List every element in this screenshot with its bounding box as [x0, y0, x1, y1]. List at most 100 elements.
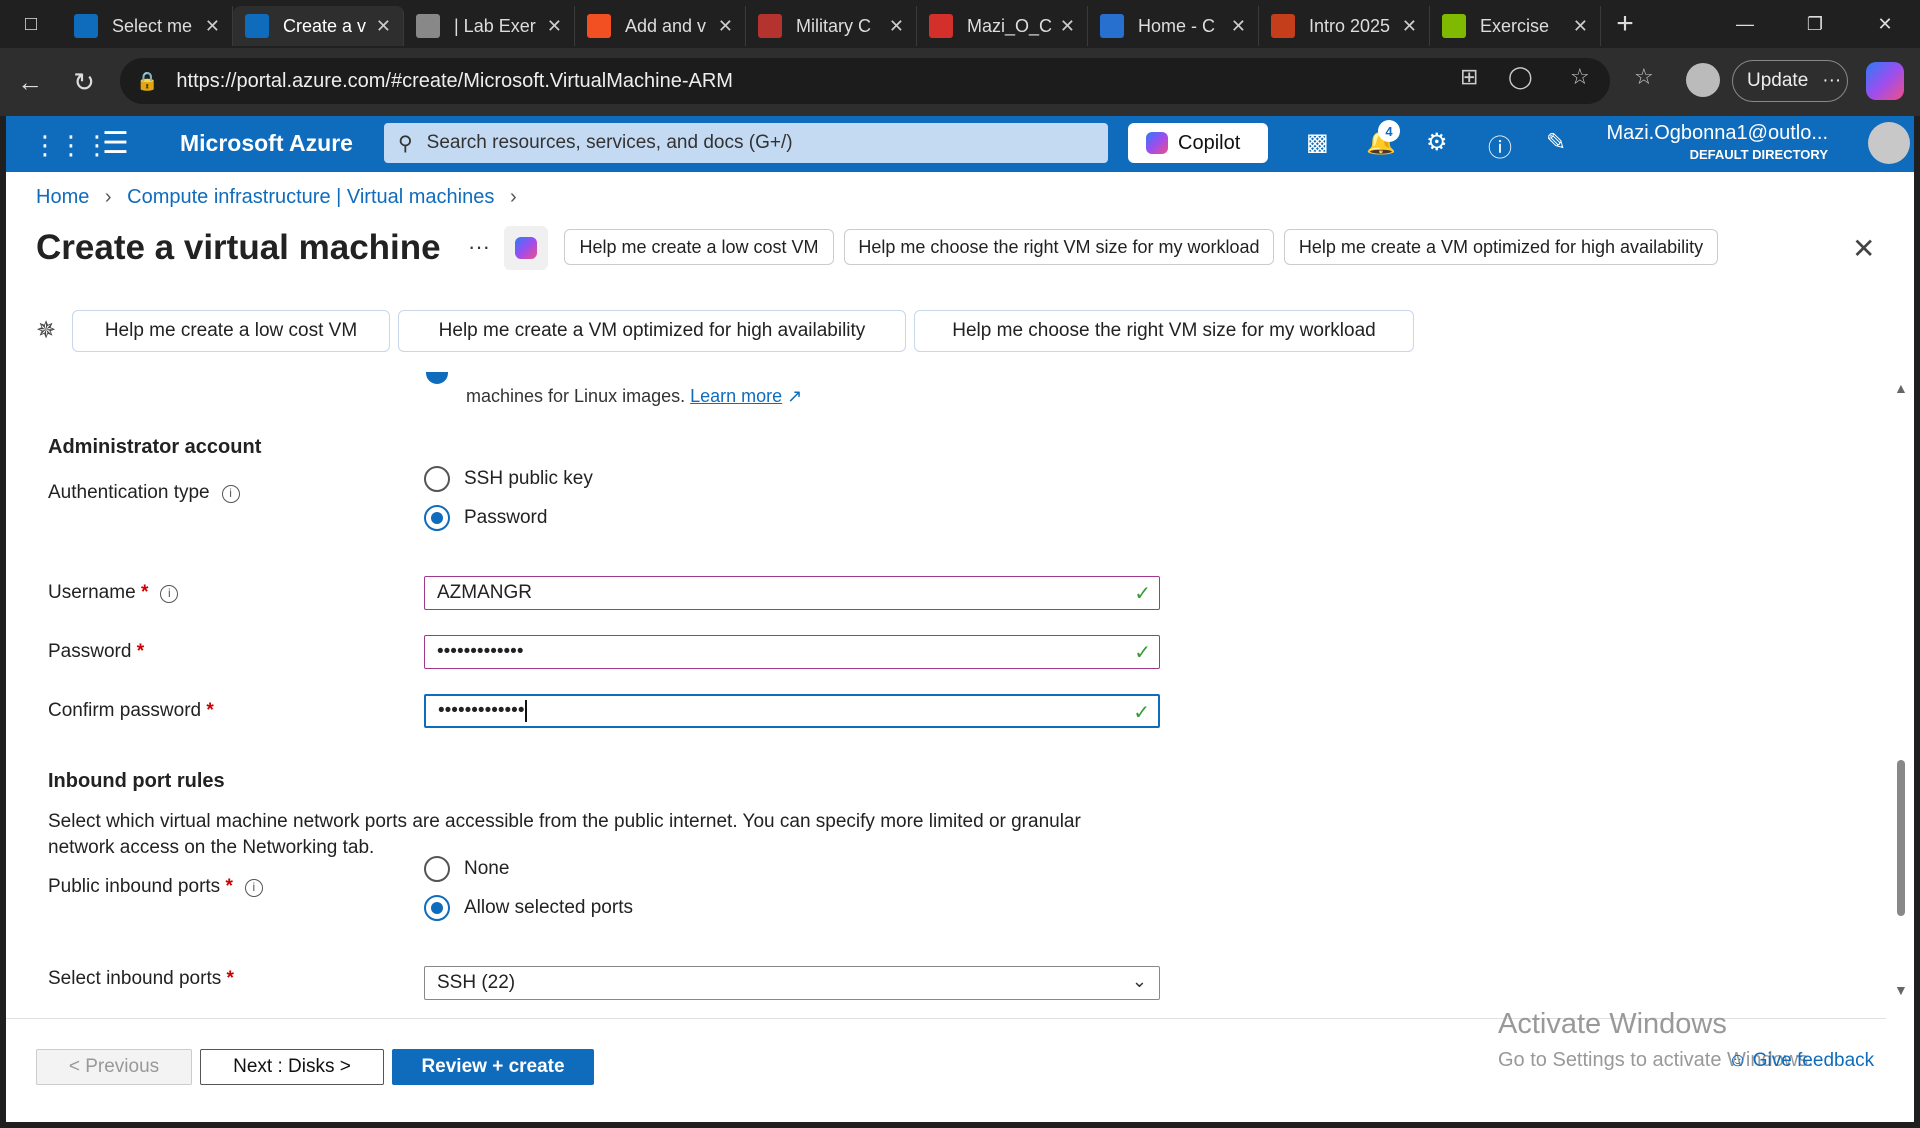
feedback-person-icon: ☺ — [1728, 1050, 1748, 1071]
breadcrumb-virtual-machines[interactable]: Compute infrastructure | Virtual machine… — [127, 186, 494, 208]
browser-tab[interactable]: Home - C ✕ — [1088, 6, 1259, 46]
browser-tab[interactable]: Intro 2025 ✕ — [1259, 6, 1430, 46]
help-icon[interactable]: ⓘ — [1488, 128, 1512, 163]
give-feedback-link[interactable]: ☺ Give feedback — [1728, 1050, 1874, 1072]
learn-more-link[interactable]: Learn more — [690, 386, 782, 406]
close-tab-icon[interactable]: ✕ — [718, 16, 733, 37]
tab-actions-icon[interactable]: □ — [0, 0, 62, 48]
powerpoint-icon — [1271, 14, 1295, 38]
more-menu-icon[interactable]: ··· — [1822, 70, 1841, 92]
info-icon[interactable]: i — [244, 879, 263, 897]
url-field[interactable]: 🔒 https://portal.azure.com/#create/Micro… — [120, 58, 1610, 104]
close-tab-icon[interactable]: ✕ — [376, 16, 391, 37]
form-scrollbar[interactable]: ▲ ▼ — [1892, 376, 1910, 998]
password-input[interactable]: ••••••••••••• ✓ — [424, 635, 1160, 669]
browser-tab[interactable]: | Lab Exer ✕ — [404, 6, 575, 46]
copilot-sidebar-icon[interactable] — [1866, 62, 1904, 100]
title-suggestion-high-availability[interactable]: Help me create a VM optimized for high a… — [1284, 229, 1718, 265]
auth-option-password[interactable]: Password — [424, 505, 547, 531]
scrollbar-thumb[interactable] — [1897, 760, 1905, 916]
radio-none[interactable] — [424, 856, 450, 882]
suggestion-vm-size[interactable]: Help me choose the right VM size for my … — [914, 310, 1414, 352]
breadcrumb-home[interactable]: Home — [36, 186, 89, 208]
select-ports-dropdown[interactable]: SSH (22) ⌄ — [424, 966, 1160, 1000]
username-input[interactable]: AZMANGR ✓ — [424, 576, 1160, 610]
ports-option-allow[interactable]: Allow selected ports — [424, 895, 633, 921]
browser-tab[interactable]: Add and v ✕ — [575, 6, 746, 46]
title-copilot-button[interactable] — [504, 226, 548, 270]
browser-tab-label: Mazi_O_C — [967, 15, 1052, 36]
confirm-password-input[interactable]: ••••••••••••• ✓ — [424, 694, 1160, 728]
close-window-icon[interactable]: ✕ — [1850, 0, 1920, 48]
back-icon[interactable]: ← — [10, 62, 50, 102]
settings-gear-icon[interactable]: ⚙ — [1426, 128, 1448, 157]
ports-option-none[interactable]: None — [424, 856, 509, 882]
browser-tab[interactable]: Create a v ✕ — [233, 6, 404, 46]
maximize-icon[interactable]: ❐ — [1780, 0, 1850, 48]
radio-password[interactable] — [424, 505, 450, 531]
browser-tab-label: Military C — [796, 15, 871, 36]
browser-tab[interactable]: Mazi_O_C ✕ — [917, 6, 1088, 46]
copilot-button[interactable]: Copilot — [1128, 123, 1268, 163]
page-content: Home › Compute infrastructure | Virtual … — [6, 172, 1914, 1122]
browser-tab-label: Create a v — [283, 15, 367, 36]
close-tab-icon[interactable]: ✕ — [1231, 16, 1246, 37]
select-ports-label: Select inbound ports * — [48, 968, 234, 989]
new-tab-button[interactable]: + — [1601, 0, 1649, 48]
browser-tab[interactable]: Select me ✕ — [62, 6, 233, 46]
close-tab-icon[interactable]: ✕ — [1402, 16, 1417, 37]
info-icon[interactable]: i — [160, 585, 179, 603]
portal-menu-icon[interactable]: ☰ — [102, 126, 129, 161]
scroll-up-icon[interactable]: ▲ — [1894, 380, 1908, 396]
search-icon: ⚲ — [398, 132, 413, 155]
radio-ssh-key[interactable] — [424, 466, 450, 492]
breadcrumb: Home › Compute infrastructure | Virtual … — [36, 186, 527, 209]
browser-tab[interactable]: Exercise ✕ — [1430, 6, 1601, 46]
apps-icon[interactable]: ⊞ — [1460, 64, 1478, 90]
close-tab-icon[interactable]: ✕ — [889, 16, 904, 37]
previous-button[interactable]: < Previous — [36, 1049, 192, 1085]
globe-icon — [416, 14, 440, 38]
tab-list: Select me ✕ Create a v ✕ | Lab Exer ✕ Add and … — [62, 2, 1601, 46]
pdf-icon — [929, 14, 953, 38]
close-tab-icon[interactable]: ✕ — [1060, 16, 1075, 37]
profile-avatar[interactable] — [1686, 63, 1720, 97]
refresh-icon[interactable]: ↻ — [64, 62, 104, 102]
browser-tab[interactable]: Military C ✕ — [746, 6, 917, 46]
valid-check-icon: ✓ — [1134, 642, 1151, 664]
app-launcher-icon[interactable]: ⋮⋮⋮ — [32, 130, 110, 161]
update-button[interactable]: Update ··· — [1732, 60, 1848, 102]
close-tab-icon[interactable]: ✕ — [205, 16, 220, 37]
scroll-down-icon[interactable]: ▼ — [1894, 982, 1908, 998]
feedback-icon[interactable]: ✎ — [1546, 128, 1566, 157]
azure-search-input[interactable]: ⚲ Search resources, services, and docs (… — [384, 123, 1108, 163]
suggestion-high-availability[interactable]: Help me create a VM optimized for high a… — [398, 310, 906, 352]
reader-icon[interactable]: ◯ — [1508, 64, 1533, 90]
favorite-star-icon[interactable]: ☆ — [1570, 64, 1590, 90]
info-icon[interactable]: i — [221, 485, 240, 503]
azure-brand[interactable]: Microsoft Azure — [180, 130, 353, 157]
next-disks-button[interactable]: Next : Disks > — [200, 1049, 384, 1085]
account-info[interactable]: Mazi.Ogbonna1@outlo... DEFAULT DIRECTORY — [1606, 122, 1828, 162]
suggestion-low-cost[interactable]: Help me create a low cost VM — [72, 310, 390, 352]
close-tab-icon[interactable]: ✕ — [1573, 16, 1588, 37]
browser-tab-strip: □ Select me ✕ Create a v ✕ | Lab Exer ✕ Add an… — [0, 0, 1920, 48]
more-options-icon[interactable]: ··· — [468, 234, 490, 260]
form-scroll-area: machines for Linux images. Learn more ↗ … — [6, 372, 1888, 1004]
auth-option-ssh[interactable]: SSH public key — [424, 466, 593, 492]
title-suggestion-vm-size[interactable]: Help me choose the right VM size for my … — [844, 229, 1274, 265]
close-tab-icon[interactable]: ✕ — [547, 16, 562, 37]
title-suggestion-low-cost[interactable]: Help me create a low cost VM — [564, 229, 834, 265]
account-avatar[interactable] — [1868, 122, 1910, 164]
cloud-shell-icon[interactable]: ▩ — [1306, 128, 1329, 157]
info-message: machines for Linux images. Learn more ↗ — [466, 386, 803, 406]
browser-tab-label: Add and v — [625, 15, 707, 36]
minimize-icon[interactable]: — — [1710, 0, 1780, 48]
auth-type-label: Authentication type i — [48, 482, 240, 504]
browser-tab-label: Home - C — [1138, 15, 1216, 36]
favorites-icon[interactable]: ☆ — [1634, 64, 1654, 90]
browser-tab-label: Select me — [112, 15, 193, 36]
close-icon[interactable]: ✕ — [1852, 232, 1875, 265]
review-create-button[interactable]: Review + create — [392, 1049, 594, 1085]
radio-allow-selected[interactable] — [424, 895, 450, 921]
